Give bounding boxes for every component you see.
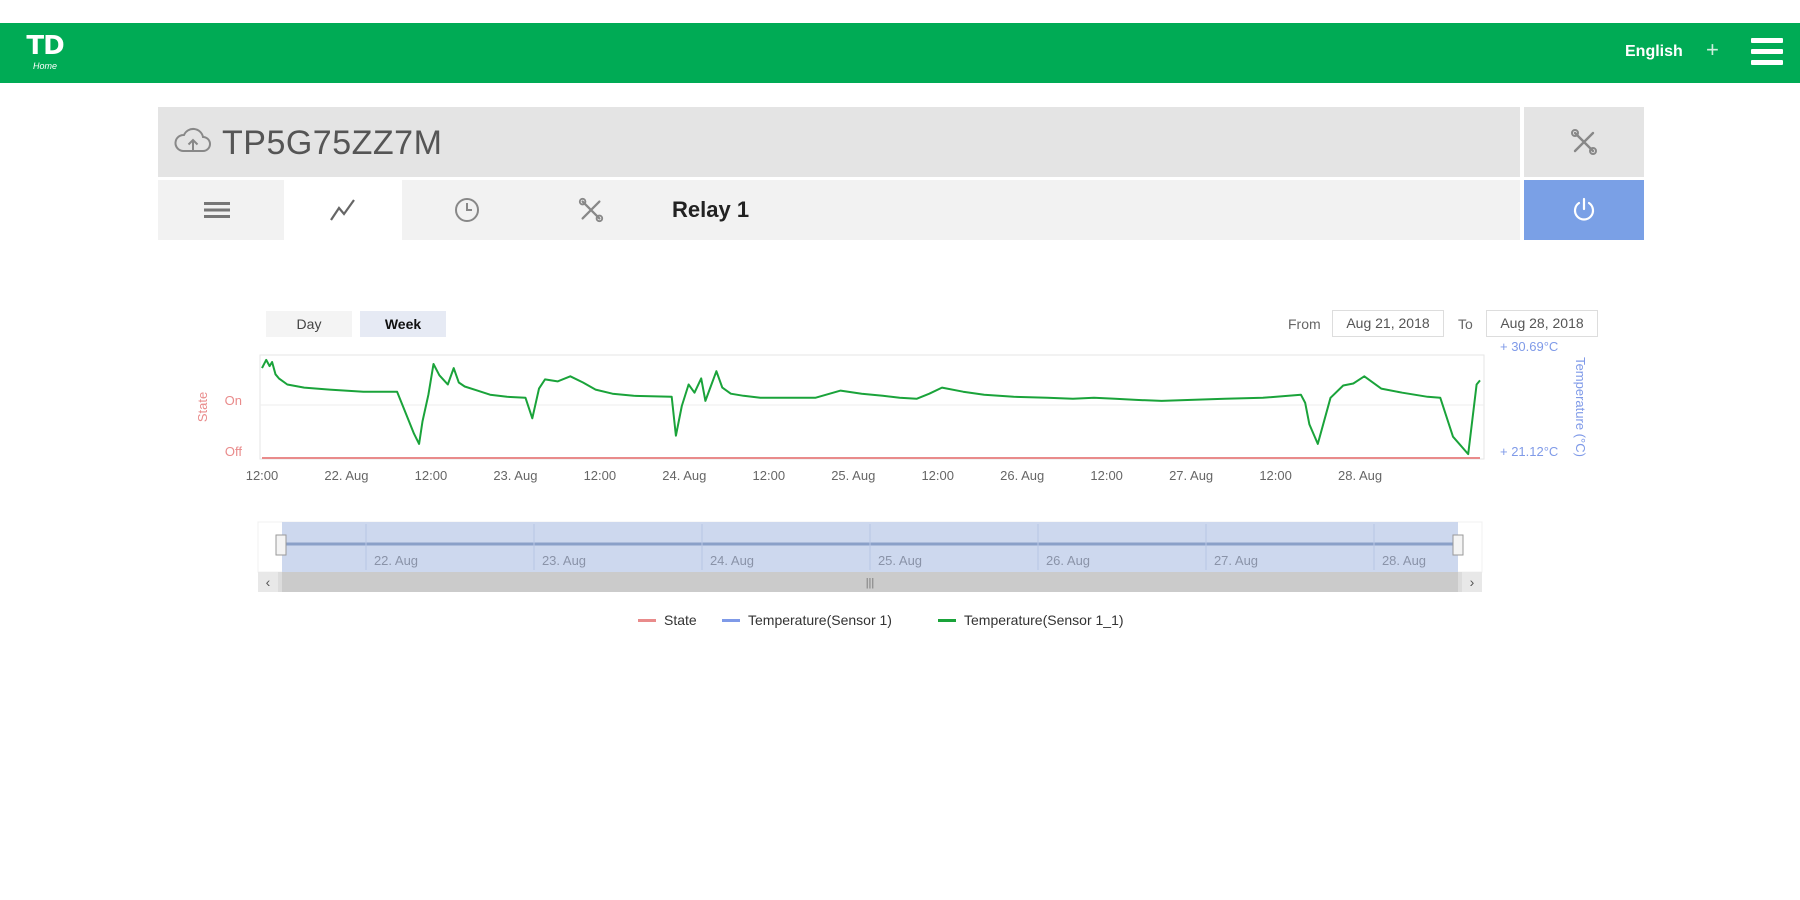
- legend-label: Temperature(Sensor 1_1): [964, 612, 1124, 628]
- legend-label: State: [664, 612, 697, 628]
- x-tick-label: 28. Aug: [1338, 468, 1382, 483]
- legend-swatch: [638, 618, 656, 622]
- navigator-tick-label: 23. Aug: [542, 553, 586, 568]
- legend-swatch: [938, 618, 956, 622]
- x-tick-label: 12:00: [415, 468, 448, 483]
- x-tick-label: 12:00: [1259, 468, 1292, 483]
- navigator-tick-label: 28. Aug: [1382, 553, 1426, 568]
- navigator-tick-label: 25. Aug: [878, 553, 922, 568]
- x-tick-label: 22. Aug: [324, 468, 368, 483]
- right-tick-top: + 30.69°C: [1500, 339, 1558, 354]
- scroll-grip: |||: [866, 577, 875, 589]
- x-tick-label: 24. Aug: [662, 468, 706, 483]
- legend-item-sensor1-1[interactable]: Temperature(Sensor 1_1): [938, 612, 1124, 628]
- x-tick-label: 25. Aug: [831, 468, 875, 483]
- chart-legend: State Temperature(Sensor 1) Temperature(…: [0, 612, 1800, 632]
- legend-item-sensor1[interactable]: Temperature(Sensor 1): [722, 612, 892, 628]
- left-tick-off: Off: [225, 444, 242, 459]
- right-axis-title: Temperature (°C): [1573, 357, 1588, 457]
- legend-swatch: [722, 618, 740, 622]
- left-tick-on: On: [225, 393, 242, 408]
- x-tick-label: 12:00: [584, 468, 617, 483]
- navigator-tick-label: 26. Aug: [1046, 553, 1090, 568]
- x-tick-label: 27. Aug: [1169, 468, 1213, 483]
- right-tick-bottom: + 21.12°C: [1500, 444, 1558, 459]
- navigator-tick-label: 24. Aug: [710, 553, 754, 568]
- left-axis-title: State: [195, 392, 210, 422]
- scroll-left-arrow: ‹: [266, 574, 271, 590]
- legend-label: Temperature(Sensor 1): [748, 612, 892, 628]
- x-tick-label: 26. Aug: [1000, 468, 1044, 483]
- legend-item-state[interactable]: State: [638, 612, 697, 628]
- plot-area: [259, 354, 1485, 460]
- x-tick-label: 23. Aug: [493, 468, 537, 483]
- x-tick-label: 12:00: [1090, 468, 1123, 483]
- x-tick-label: 12:00: [246, 468, 279, 483]
- navigator-right-handle[interactable]: [1452, 534, 1464, 556]
- x-tick-label: 12:00: [921, 468, 954, 483]
- temperature-state-chart: State On Off + 30.69°C + 21.12°C Tempera…: [195, 339, 1588, 592]
- navigator-tick-label: 22. Aug: [374, 553, 418, 568]
- scroll-right-arrow: ›: [1470, 574, 1475, 590]
- navigator-tick-label: 27. Aug: [1214, 553, 1258, 568]
- x-tick-label: 12:00: [753, 468, 786, 483]
- navigator-left-handle[interactable]: [275, 534, 287, 556]
